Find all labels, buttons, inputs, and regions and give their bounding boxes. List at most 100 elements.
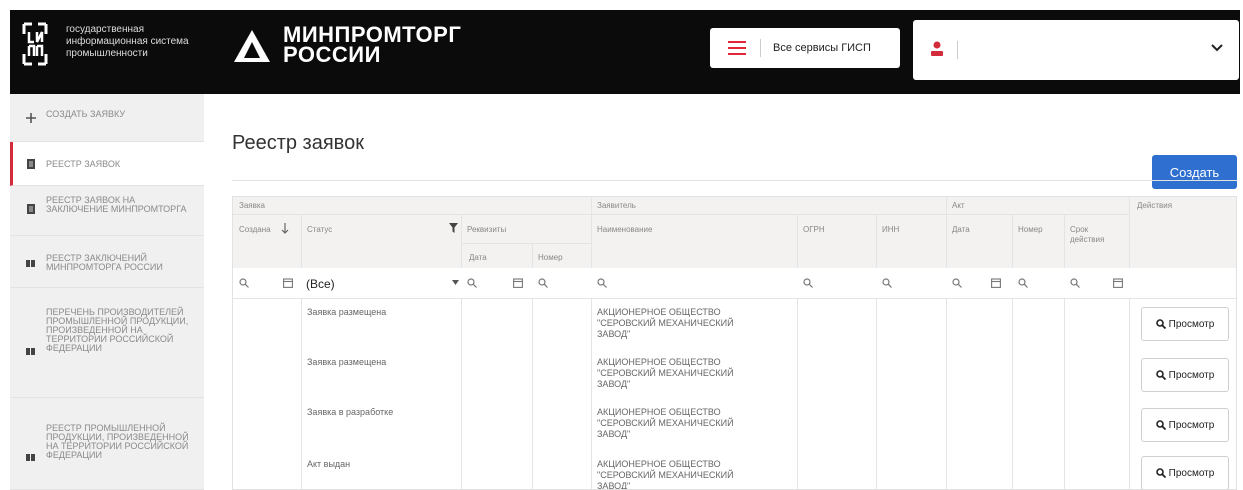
- column-header-act-date[interactable]: Дата: [952, 225, 970, 235]
- search-icon[interactable]: [952, 278, 962, 288]
- sidebar-item-requests-registry[interactable]: РЕЕСТР ЗАЯВОК: [10, 142, 204, 186]
- view-button[interactable]: Просмотр: [1141, 456, 1229, 489]
- calendar-icon[interactable]: [513, 278, 523, 288]
- grid-line: [461, 243, 591, 244]
- ministry-logo-icon: [234, 30, 270, 62]
- calendar-icon[interactable]: [1113, 278, 1123, 288]
- row-status: Заявка в разработке: [307, 407, 394, 417]
- gisp-logo-icon: [22, 22, 48, 66]
- search-icon[interactable]: [882, 278, 892, 288]
- divider: [760, 39, 761, 57]
- view-button-label: Просмотр: [1168, 467, 1215, 479]
- sidebar: СОЗДАТЬ ЗАЯВКУ РЕЕСТР ЗАЯВОК РЕЕСТР ЗАЯВ…: [10, 94, 204, 490]
- group-header-applicant: Заявитель: [597, 201, 636, 210]
- create-button[interactable]: Создать: [1152, 155, 1237, 189]
- sidebar-item-label: РЕЕСТР ЗАКЛЮЧЕНИЙ МИНПРОМТОРГА РОССИИ: [46, 253, 163, 272]
- grid-line: [876, 214, 877, 489]
- group-header-act: Акт: [952, 201, 965, 210]
- grid-line: [461, 214, 462, 489]
- ministry-title-line: РОССИИ: [283, 42, 381, 67]
- user-icon: [931, 41, 943, 56]
- column-header-name[interactable]: Наименование: [597, 225, 652, 235]
- search-icon[interactable]: [1070, 278, 1080, 288]
- page-title: Реестр заявок: [232, 132, 364, 154]
- sidebar-item-label: СОЗДАТЬ ЗАЯВКУ: [46, 109, 126, 119]
- group-header-actions: Действия: [1137, 201, 1173, 210]
- row-applicant-name: АКЦИОНЕРНОЕ ОБЩЕСТВО "СЕРОВСКИЙ МЕХАНИЧЕ…: [597, 307, 734, 339]
- sort-arrow-icon[interactable]: [281, 222, 289, 234]
- top-header: государственная информационная система п…: [10, 10, 1240, 94]
- ministry-title: МИНПРОМТОРГ РОССИИ: [283, 24, 461, 67]
- search-icon: [1155, 370, 1166, 380]
- search-icon[interactable]: [239, 278, 249, 288]
- all-services-button[interactable]: Все сервисы ГИСП: [710, 28, 900, 68]
- calendar-icon[interactable]: [283, 278, 293, 288]
- grid-line: [233, 214, 1129, 215]
- column-header-date[interactable]: Дата: [469, 253, 487, 263]
- calendar-icon[interactable]: [991, 278, 1001, 288]
- user-dropdown[interactable]: [913, 20, 1239, 80]
- sidebar-item-label: РЕЕСТР ЗАЯВОК: [46, 159, 121, 169]
- gisp-text-line: промышленности: [66, 48, 148, 59]
- column-header-act-number[interactable]: Номер: [1018, 225, 1043, 235]
- sidebar-item-conclusions-registry[interactable]: РЕЕСТР ЗАКЛЮЧЕНИЙ МИНПРОМТОРГА РОССИИ: [10, 236, 204, 288]
- group-header-request: Заявка: [239, 201, 265, 210]
- sidebar-item-manufacturers-list[interactable]: ПЕРЕЧЕНЬ ПРОИЗВОДИТЕЛЕЙ ПРОМЫШЛЕННОЙ ПРО…: [10, 288, 204, 398]
- row-status: Заявка размещена: [307, 357, 387, 367]
- requests-table: Заявка Заявитель Акт Действия Создана Ст…: [232, 196, 1237, 490]
- column-header-validity[interactable]: Срок действия: [1070, 225, 1114, 245]
- column-header-requisites: Реквизиты: [467, 225, 507, 234]
- registry-icon: [26, 260, 35, 267]
- search-icon: [1155, 319, 1166, 329]
- row-applicant-name: АКЦИОНЕРНОЕ ОБЩЕСТВО "СЕРОВСКИЙ МЕХАНИЧЕ…: [597, 407, 734, 439]
- sidebar-item-label: ПЕРЕЧЕНЬ ПРОИЗВОДИТЕЛЕЙ ПРОМЫШЛЕННОЙ ПРО…: [46, 307, 189, 353]
- filter-row: [233, 268, 1236, 298]
- grid-line: [1064, 214, 1065, 489]
- all-services-label: Все сервисы ГИСП: [773, 42, 871, 54]
- view-button-label: Просмотр: [1168, 369, 1215, 381]
- row-applicant-name: АКЦИОНЕРНОЕ ОБЩЕСТВО "СЕРОВСКИЙ МЕХАНИЧЕ…: [597, 459, 734, 490]
- divider: [957, 41, 958, 59]
- grid-line: [797, 214, 798, 489]
- sidebar-item-products-registry[interactable]: РЕЕСТР ПРОМЫШЛЕННОЙ ПРОДУКЦИИ, ПРОИЗВЕДЕ…: [10, 398, 204, 490]
- gisp-text-line: информационная система: [66, 36, 189, 47]
- registry-icon: [26, 454, 35, 461]
- column-header-created[interactable]: Создана: [239, 225, 271, 235]
- view-button[interactable]: Просмотр: [1141, 307, 1229, 341]
- sidebar-item-label: РЕЕСТР ПРОМЫШЛЕННОЙ ПРОДУКЦИИ, ПРОИЗВЕДЕ…: [46, 423, 189, 460]
- column-header-ogrn[interactable]: ОГРН: [803, 225, 825, 235]
- grid-line: [591, 197, 592, 489]
- grid-line: [233, 298, 1236, 299]
- grid-line: [1012, 214, 1013, 489]
- view-button[interactable]: Просмотр: [1141, 358, 1229, 392]
- gisp-text-line: государственная: [66, 24, 144, 35]
- sidebar-item-create-request[interactable]: СОЗДАТЬ ЗАЯВКУ: [10, 94, 204, 142]
- search-icon: [1155, 468, 1166, 478]
- status-filter-select[interactable]: (Все): [306, 277, 335, 291]
- view-button-label: Просмотр: [1168, 419, 1215, 431]
- grid-line: [301, 214, 302, 489]
- row-applicant-name: АКЦИОНЕРНОЕ ОБЩЕСТВО "СЕРОВСКИЙ МЕХАНИЧЕ…: [597, 357, 734, 389]
- caret-down-icon[interactable]: [452, 280, 459, 285]
- column-header-number[interactable]: Номер: [538, 253, 563, 263]
- document-icon: [27, 204, 35, 214]
- search-icon[interactable]: [803, 278, 813, 288]
- filter-icon[interactable]: [449, 223, 458, 233]
- view-button-label: Просмотр: [1168, 318, 1215, 330]
- divider: [232, 180, 1237, 181]
- grid-line: [1129, 197, 1130, 489]
- search-icon[interactable]: [597, 278, 607, 288]
- row-status: Акт выдан: [307, 459, 351, 469]
- column-header-inn[interactable]: ИНН: [882, 225, 899, 235]
- gisp-logo-text: государственная информационная система п…: [66, 24, 216, 60]
- search-icon[interactable]: [1018, 278, 1028, 288]
- sidebar-item-conclusion-requests[interactable]: РЕЕСТР ЗАЯВОК НА ЗАКЛЮЧЕНИЕ МИНПРОМТОРГА: [10, 186, 204, 236]
- search-icon[interactable]: [538, 278, 548, 288]
- chevron-down-icon: [1211, 44, 1223, 52]
- column-header-status[interactable]: Статус: [307, 225, 332, 235]
- view-button[interactable]: Просмотр: [1141, 408, 1229, 442]
- search-icon[interactable]: [467, 278, 477, 288]
- registry-icon: [26, 348, 35, 355]
- sidebar-item-label: РЕЕСТР ЗАЯВОК НА ЗАКЛЮЧЕНИЕ МИНПРОМТОРГА: [46, 195, 187, 214]
- row-status: Заявка размещена: [307, 307, 387, 317]
